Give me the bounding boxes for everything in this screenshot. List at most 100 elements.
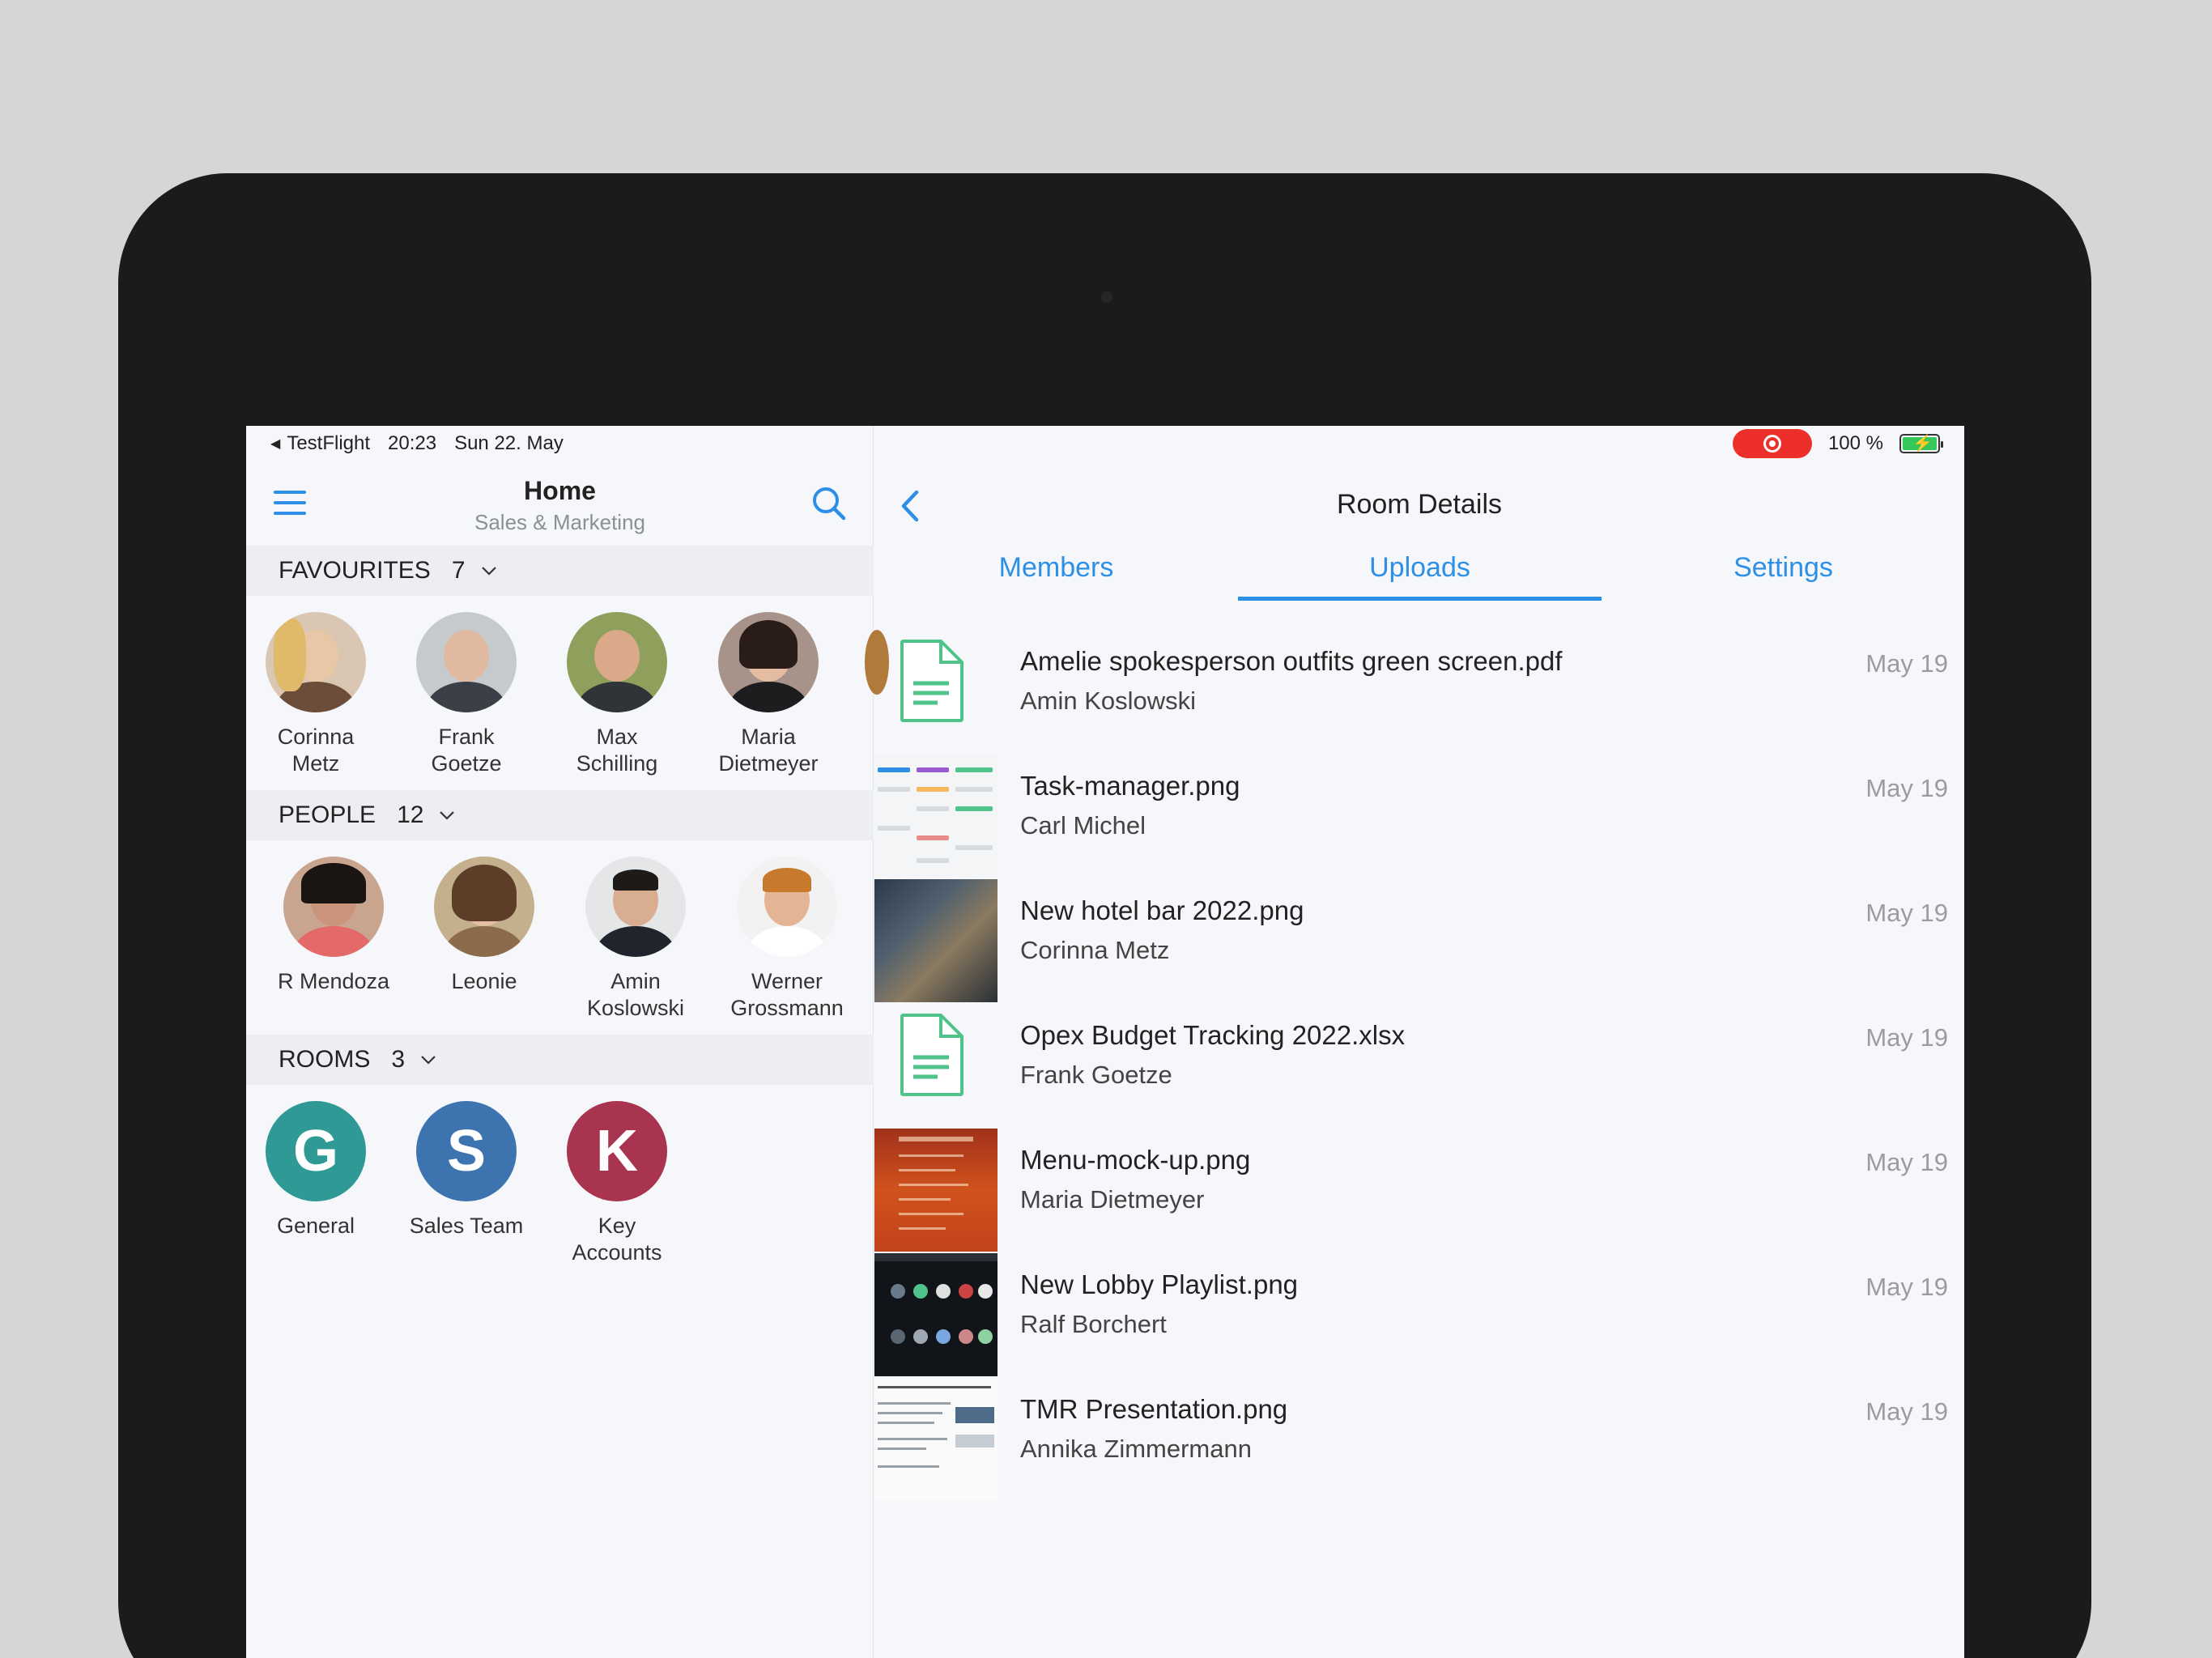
person-name: Corinna Metz <box>277 725 355 776</box>
upload-item[interactable]: Menu-mock-up.png Maria Dietmeyer May 19 <box>874 1129 1964 1253</box>
tab-uploads[interactable]: Uploads <box>1238 547 1602 601</box>
upload-author: Amin Koslowski <box>1020 687 1197 715</box>
upload-author: Ralf Borchert <box>1020 1310 1167 1338</box>
upload-author: Corinna Metz <box>1020 936 1170 964</box>
upload-date: May 19 <box>1865 1148 1948 1176</box>
upload-thumbnail <box>874 879 998 1002</box>
upload-author: Frank Goetze <box>1020 1061 1172 1089</box>
battery-percent: 100 % <box>1827 432 1883 454</box>
upload-item[interactable]: Opex Budget Tracking 2022.xlsx Frank Goe… <box>874 1004 1964 1129</box>
rooms-label: ROOMS <box>279 1046 371 1073</box>
avatar <box>266 612 366 712</box>
upload-date: May 19 <box>1865 1397 1948 1426</box>
upload-thumbnail <box>874 1004 998 1127</box>
favourite-person[interactable]: Maria Dietmeyer <box>687 612 849 777</box>
upload-file-name: TMR Presentation.png <box>1020 1394 1288 1424</box>
search-icon[interactable] <box>810 484 849 523</box>
upload-thumbnail <box>874 1253 998 1376</box>
upload-item[interactable]: Task-manager.png Carl Michel May 19 <box>874 755 1964 879</box>
person-name: Leonie <box>451 969 517 993</box>
upload-file-name: Amelie spokesperson outfits green screen… <box>1020 646 1563 676</box>
room-name: General <box>276 1214 355 1238</box>
upload-item[interactable]: TMR Presentation.png Annika Zimmermann M… <box>874 1378 1964 1503</box>
room-avatar: K <box>567 1101 667 1201</box>
rooms-row: G General S Sales Team K Key Accounts <box>246 1101 874 1295</box>
people-person[interactable]: Amin Koslowski <box>555 857 717 1022</box>
status-bar-right: 100 % ⚡ <box>1732 427 1943 460</box>
upload-author: Annika Zimmermann <box>1020 1435 1252 1463</box>
upload-date: May 19 <box>1865 649 1948 678</box>
uploads-list: Amelie spokesperson outfits green screen… <box>874 630 1964 1503</box>
status-date: Sun 22. May <box>454 432 564 454</box>
status-app[interactable]: TestFlight <box>287 432 370 455</box>
tab-settings[interactable]: Settings <box>1602 547 1964 601</box>
avatar <box>718 612 819 712</box>
people-header[interactable]: PEOPLE 12 <box>246 790 874 840</box>
favourites-header[interactable]: FAVOURITES 7 <box>246 546 874 596</box>
avatar <box>737 857 837 957</box>
upload-item[interactable]: Amelie spokesperson outfits green screen… <box>874 630 1964 755</box>
chevron-down-icon <box>421 1056 436 1065</box>
upload-item[interactable]: New Lobby Playlist.png Ralf Borchert May… <box>874 1253 1964 1378</box>
room-item-sales-team[interactable]: S Sales Team <box>385 1101 547 1239</box>
favourites-row: Corinna Metz Frank Goetze Max Schilling <box>246 612 889 806</box>
status-bar-left: ◀ TestFlight 20:23 Sun 22. May <box>270 429 564 458</box>
upload-thumbnail <box>874 755 998 878</box>
tab-members[interactable]: Members <box>874 547 1238 601</box>
upload-item[interactable]: New hotel bar 2022.png Corinna Metz May … <box>874 879 1964 1004</box>
person-name: Amin Koslowski <box>586 969 685 1020</box>
upload-date: May 19 <box>1865 774 1948 802</box>
room-avatar: S <box>416 1101 517 1201</box>
favourite-person[interactable]: Frank Goetze <box>385 612 547 777</box>
battery-icon: ⚡ <box>1899 434 1943 453</box>
room-name: Key Accounts <box>572 1214 662 1265</box>
favourite-person[interactable]: Max Schilling <box>536 612 698 777</box>
favourites-label: FAVOURITES <box>279 557 431 584</box>
avatar <box>585 857 686 957</box>
upload-file-name: Opex Budget Tracking 2022.xlsx <box>1020 1020 1406 1050</box>
chevron-down-icon <box>440 811 455 820</box>
upload-author: Carl Michel <box>1020 811 1146 840</box>
avatar <box>283 857 384 957</box>
room-item-general[interactable]: G General <box>246 1101 397 1239</box>
status-time: 20:23 <box>388 432 437 454</box>
upload-file-name: Task-manager.png <box>1020 771 1240 801</box>
page-title: Home <box>524 476 596 505</box>
room-avatar: G <box>266 1101 366 1201</box>
person-name: Werner Grossmann <box>730 969 844 1020</box>
person-name: R Mendoza <box>277 969 390 993</box>
favourite-person[interactable]: Corinna Metz <box>246 612 397 777</box>
people-person[interactable]: R Mendoza <box>253 857 415 995</box>
people-label: PEOPLE <box>279 801 376 828</box>
screen: ◀ TestFlight 20:23 Sun 22. May Home Sale… <box>246 426 1964 1658</box>
room-details-title: Room Details <box>1336 489 1503 520</box>
screen-recording-indicator[interactable] <box>1732 429 1812 458</box>
tab-bar: Members Uploads Settings <box>874 547 1964 601</box>
avatar <box>434 857 534 957</box>
camera <box>1101 291 1112 303</box>
people-person[interactable]: Leonie <box>403 857 565 995</box>
upload-author: Maria Dietmeyer <box>1020 1185 1205 1214</box>
upload-thumbnail <box>874 1129 998 1252</box>
chevron-down-icon <box>481 567 496 576</box>
person-name: Max Schilling <box>576 725 658 776</box>
upload-file-name: New Lobby Playlist.png <box>1020 1269 1299 1299</box>
room-item-key-accounts[interactable]: K Key Accounts <box>536 1101 698 1266</box>
upload-date: May 19 <box>1865 1023 1948 1052</box>
document-icon <box>900 1014 963 1096</box>
back-to-app-icon[interactable]: ◀ <box>270 436 280 452</box>
room-name: Sales Team <box>409 1214 524 1238</box>
rooms-count: 3 <box>391 1046 406 1073</box>
upload-file-name: New hotel bar 2022.png <box>1020 895 1304 925</box>
upload-thumbnail <box>874 630 998 753</box>
favourites-count: 7 <box>451 557 466 584</box>
avatar <box>416 612 517 712</box>
avatar <box>567 612 667 712</box>
room-details-panel: 100 % ⚡ Room Details Members Uploads Set… <box>874 426 1964 1658</box>
rooms-header[interactable]: ROOMS 3 <box>246 1035 874 1085</box>
upload-thumbnail <box>874 1378 998 1501</box>
page-subtitle: Sales & Marketing <box>474 510 645 534</box>
upload-file-name: Menu-mock-up.png <box>1020 1145 1251 1175</box>
people-person[interactable]: Werner Grossmann <box>706 857 868 1022</box>
person-name: Frank Goetze <box>431 725 502 776</box>
